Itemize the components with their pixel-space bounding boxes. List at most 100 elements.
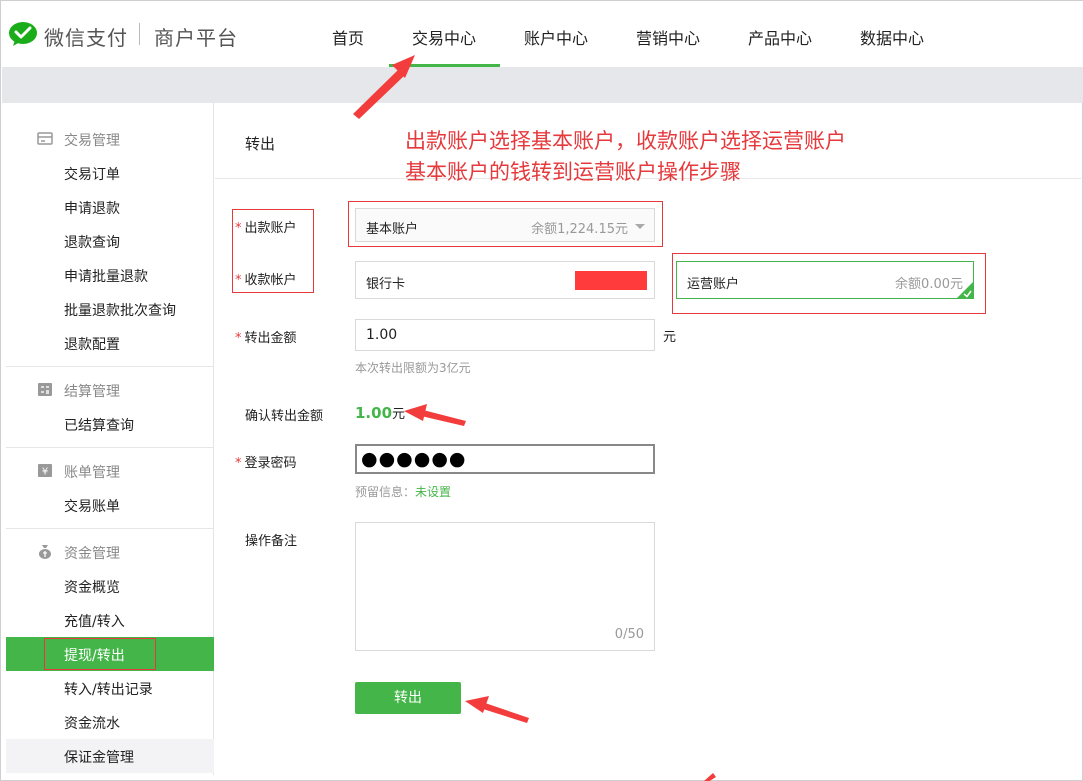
from-account-label-text: 出款账户 (244, 221, 297, 236)
operation-account-label: 运营账户 (687, 277, 740, 292)
annotation-line-2: 基本账户的钱转到运营账户操作步骤 (405, 160, 741, 184)
sidebar-item-recharge-transfer-in[interactable]: 充值/转入 (6, 603, 214, 637)
nav-home[interactable]: 首页 (332, 25, 364, 49)
sidebar-item-batch-refund[interactable]: 申请批量退款 (6, 258, 214, 292)
required-mark: * (235, 331, 242, 346)
top-nav: 微信支付 商户平台 首页 交易中心 账户中心 营销中心 产品中心 数据中心 (2, 1, 1083, 67)
section-title: 结算管理 (64, 384, 120, 400)
highlight-active-item (44, 638, 156, 670)
sidebar-item-label: 保证金管理 (64, 750, 134, 766)
required-mark: * (235, 273, 242, 288)
sidebar-item-label: 退款配置 (64, 337, 120, 353)
sidebar-item-batch-refund-query[interactable]: 批量退款批次查询 (6, 292, 214, 326)
section-trade-management: 交易管理 (6, 123, 214, 155)
to-account-option-bank[interactable]: 银行卡 (355, 261, 655, 299)
operation-account-balance: 余额0.00元 (895, 277, 963, 292)
amount-input-value: 1.00 (366, 327, 398, 343)
amount-label: * 转出金额 (235, 327, 297, 346)
sidebar-item-label: 交易订单 (64, 167, 120, 183)
chevron-down-icon (635, 224, 645, 229)
svg-text:¥: ¥ (42, 467, 48, 478)
sidebar-item-fund-flow[interactable]: 资金流水 (6, 705, 214, 739)
sidebar-item-label: 资金概览 (64, 580, 120, 596)
scroll-hint (1077, 133, 1083, 141)
sidebar-item-trade-bill[interactable]: 交易账单 (6, 488, 214, 522)
confirm-amount-value: 1.00元 (355, 403, 405, 422)
password-label-text: 登录密码 (244, 456, 297, 471)
reserved-info: 预留信息：未设置 (355, 483, 451, 500)
calculator-icon (38, 383, 52, 396)
brand-subtitle: 商户平台 (154, 26, 238, 50)
required-mark: * (235, 456, 242, 471)
reserved-info-value[interactable]: 未设置 (415, 485, 451, 499)
from-account-value: 基本账户 (366, 222, 419, 237)
sidebar-item-label: 充值/转入 (64, 614, 125, 630)
sidebar-item-fund-overview[interactable]: 资金概览 (6, 569, 214, 603)
section-fund-management: 资金管理 (6, 536, 214, 568)
password-label: * 登录密码 (235, 452, 297, 471)
amount-input[interactable]: 1.00 (355, 319, 655, 351)
remark-textarea[interactable]: 0/50 (355, 522, 655, 651)
brand-name: 微信支付 (44, 26, 128, 50)
section-settlement-management: 结算管理 (6, 374, 214, 406)
section-bill-management: ¥ 账单管理 (6, 455, 214, 487)
confirm-amount-number: 1.00 (355, 404, 393, 422)
nav-data-center[interactable]: 数据中心 (860, 25, 924, 49)
money-bag-icon (39, 545, 51, 559)
to-account-option-operation[interactable]: 运营账户 余额0.00元 (676, 261, 974, 299)
sidebar-divider (6, 447, 214, 448)
wechat-pay-logo-icon (9, 22, 37, 46)
reserved-info-label: 预留信息： (355, 485, 416, 499)
main-content: 转出 出款账户选择基本账户，收款账户选择运营账户 基本账户的钱转到运营账户操作步… (215, 103, 1081, 775)
selected-check-icon (956, 281, 974, 299)
section-title: 交易管理 (64, 133, 120, 149)
sidebar-item-label: 批量退款批次查询 (64, 303, 176, 319)
nav-account-center[interactable]: 账户中心 (524, 25, 588, 49)
to-account-label: * 收款帐户 (235, 269, 297, 288)
transfer-out-button[interactable]: 转出 (355, 682, 461, 714)
section-title: 资金管理 (64, 546, 120, 562)
trade-icon (37, 132, 53, 145)
page-title: 转出 (245, 135, 276, 153)
confirm-amount-label: 确认转出金额 (245, 409, 324, 424)
confirm-amount-unit: 元 (392, 407, 406, 422)
from-account-select[interactable]: 基本账户 余额1,224.15元 (355, 208, 655, 242)
from-account-label: * 出款账户 (235, 217, 297, 236)
remark-label: 操作备注 (245, 534, 298, 549)
sidebar-item-label: 资金流水 (64, 716, 120, 732)
nav-marketing-center[interactable]: 营销中心 (636, 25, 700, 49)
sidebar-item-label: 退款查询 (64, 235, 120, 251)
nav-trade-center[interactable]: 交易中心 (412, 25, 476, 49)
sidebar-item-refund-query[interactable]: 退款查询 (6, 224, 214, 258)
to-account-label-text: 收款帐户 (244, 273, 297, 288)
sidebar-divider (6, 528, 214, 529)
sidebar-item-label: 申请退款 (64, 201, 120, 217)
password-input[interactable]: ●●●●●● (355, 444, 655, 474)
sidebar-item-refund-config[interactable]: 退款配置 (6, 326, 214, 360)
bank-card-label: 银行卡 (366, 277, 406, 292)
sidebar: 交易管理 交易订单 申请退款 退款查询 申请批量退款 批量退款批次查询 退款配置… (6, 103, 214, 775)
amount-limit-hint: 本次转出限额为3亿元 (355, 361, 471, 375)
sidebar-item-deposit-management[interactable]: 保证金管理 (6, 739, 214, 773)
sidebar-item-label: 转入/转出记录 (64, 682, 153, 698)
sidebar-item-settled-query[interactable]: 已结算查询 (6, 407, 214, 441)
required-mark: * (235, 221, 242, 236)
amount-unit: 元 (663, 330, 677, 345)
amount-label-text: 转出金额 (244, 331, 297, 346)
brand-divider (139, 23, 140, 45)
sidebar-item-apply-refund[interactable]: 申请退款 (6, 190, 214, 224)
remark-char-counter: 0/50 (614, 627, 644, 642)
annotation-line-1: 出款账户选择基本账户，收款账户选择运营账户 (405, 129, 846, 153)
yuan-icon: ¥ (38, 464, 52, 478)
sidebar-divider (6, 366, 214, 367)
sidebar-item-label: 申请批量退款 (64, 269, 148, 285)
nav-product-center[interactable]: 产品中心 (748, 25, 812, 49)
from-account-balance: 余额1,224.15元 (531, 222, 628, 237)
window-frame: 微信支付 商户平台 首页 交易中心 账户中心 营销中心 产品中心 数据中心 交易… (0, 0, 1083, 781)
sidebar-item-trade-orders[interactable]: 交易订单 (6, 156, 214, 190)
password-masked-value: ●●●●●● (361, 448, 467, 470)
sidebar-item-transfer-records[interactable]: 转入/转出记录 (6, 671, 214, 705)
header-band (2, 67, 1083, 103)
redacted-bank-number (575, 271, 647, 290)
section-title: 账单管理 (64, 465, 120, 481)
